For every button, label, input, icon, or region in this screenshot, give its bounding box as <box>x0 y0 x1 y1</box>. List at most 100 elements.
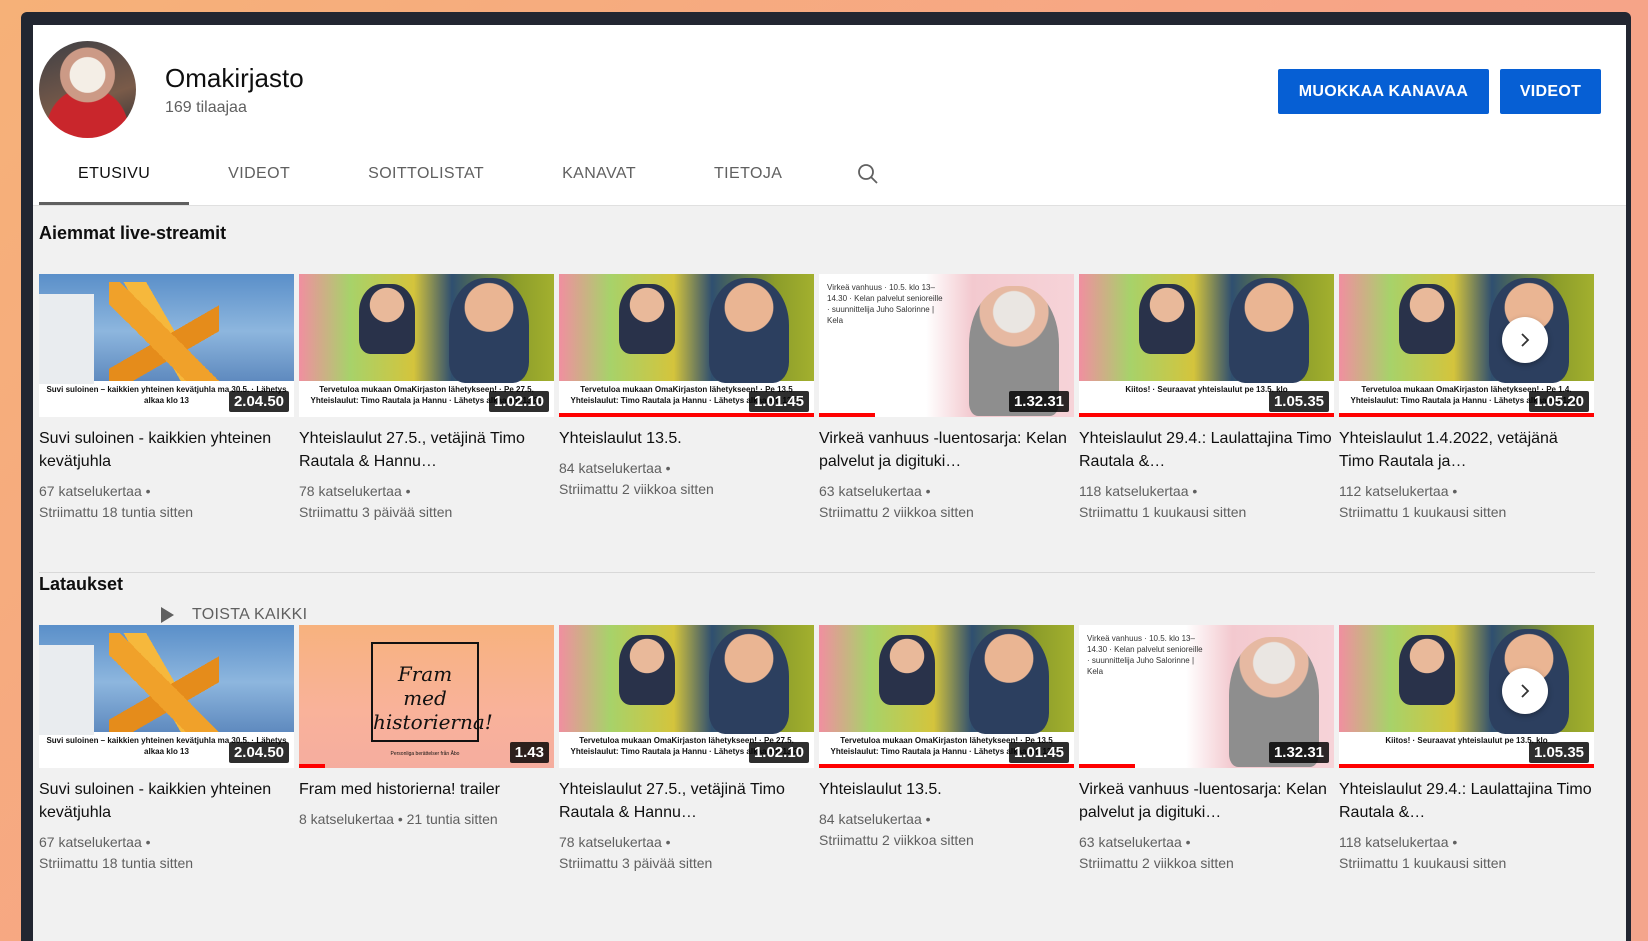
tab-about[interactable]: TIETOJA <box>675 143 821 205</box>
video-title[interactable]: Yhteislaulut 29.4.: Laulattajina Timo Ra… <box>1339 778 1594 824</box>
section-divider <box>39 572 1595 573</box>
video-card[interactable]: Suvi suloinen – kaikkien yhteinen kevätj… <box>39 625 294 874</box>
video-title[interactable]: Fram med historierna! trailer <box>299 778 554 801</box>
tab-videos[interactable]: VIDEOT <box>189 143 329 205</box>
stream-time: Striimattu 3 päivää sitten <box>559 855 713 871</box>
channel-tabs: ETUSIVU VIDEOT SOITTOLISTAT KANAVAT TIET… <box>39 143 897 205</box>
watch-progress-bar <box>1339 413 1594 417</box>
video-card[interactable]: Tervetuloa mukaan OmaKirjaston lähetykse… <box>1339 274 1594 523</box>
subscriber-count: 169 tilaajaa <box>165 99 247 116</box>
watch-progress-bar <box>559 413 814 417</box>
view-count: 67 katselukertaa • <box>39 483 151 499</box>
video-duration: 1.01.45 <box>748 391 809 412</box>
video-metadata: 63 katselukertaa • Striimattu 2 viikkoa s… <box>819 481 1074 523</box>
watch-progress-bar <box>1079 764 1136 768</box>
video-title[interactable]: Yhteislaulut 1.4.2022, vetäjänä Timo Rau… <box>1339 427 1594 473</box>
video-thumbnail[interactable]: Virkeä vanhuus · 10.5. klo 13–14.30 · Ke… <box>819 274 1074 417</box>
video-metadata: 63 katselukertaa • Striimattu 2 viikkoa s… <box>1079 832 1334 874</box>
search-icon[interactable] <box>839 143 897 205</box>
video-duration: 1.01.45 <box>1008 742 1069 763</box>
channel-header: Omakirjasto 169 tilaajaa MUOKKAA KANAVAA… <box>33 25 1626 206</box>
view-count: 78 katselukertaa • <box>299 483 411 499</box>
video-metadata: 78 katselukertaa • Striimattu 3 päivää si… <box>299 481 554 523</box>
stream-time: Striimattu 1 kuukausi sitten <box>1079 504 1247 520</box>
video-card[interactable]: Tervetuloa mukaan OmaKirjaston lähetykse… <box>559 274 814 500</box>
video-title[interactable]: Yhteislaulut 29.4.: Laulattajina Timo Ra… <box>1079 427 1334 473</box>
view-count: 63 katselukertaa • <box>819 483 931 499</box>
video-duration: 1.43 <box>509 742 549 763</box>
video-metadata: 84 katselukertaa • Striimattu 2 viikkoa s… <box>559 458 814 500</box>
video-card[interactable]: Tervetuloa mukaan OmaKirjaston lähetykse… <box>299 274 554 523</box>
stream-time: Striimattu 3 päivää sitten <box>299 504 453 520</box>
play-all-label: TOISTA KAIKKI <box>192 606 308 623</box>
stream-time: Striimattu 2 viikkoa sitten <box>819 504 974 520</box>
video-card[interactable]: Virkeä vanhuus · 10.5. klo 13–14.30 · Ke… <box>1079 625 1334 874</box>
video-metadata: 112 katselukertaa • Striimattu 1 kuukausi… <box>1339 481 1594 523</box>
play-icon <box>161 607 174 623</box>
stream-time: Striimattu 2 viikkoa sitten <box>1079 855 1234 871</box>
video-thumbnail[interactable]: Kiitos! · Seuraavat yhteislaulut pe 13.5… <box>1079 274 1334 417</box>
video-thumbnail[interactable]: Virkeä vanhuus · 10.5. klo 13–14.30 · Ke… <box>1079 625 1334 768</box>
thumbnail-text: Virkeä vanhuus · 10.5. klo 13–14.30 · Ke… <box>827 283 943 325</box>
video-thumbnail[interactable]: Tervetuloa mukaan OmaKirjaston lähetykse… <box>1339 274 1594 417</box>
watch-progress-bar <box>1079 413 1334 417</box>
view-count: 78 katselukertaa • <box>559 834 671 850</box>
video-metadata: 8 katselukertaa • 21 tuntia sitten <box>299 809 554 830</box>
tab-channels[interactable]: KANAVAT <box>523 143 675 205</box>
edit-channel-button[interactable]: MUOKKAA KANAVAA <box>1278 69 1489 114</box>
video-title[interactable]: Virkeä vanhuus -luentosarja: Kelan palve… <box>819 427 1074 473</box>
channel-avatar[interactable] <box>39 41 136 138</box>
video-title[interactable]: Yhteislaulut 27.5., vetäjinä Timo Rautal… <box>299 427 554 473</box>
video-card[interactable]: Kiitos! · Seuraavat yhteislaulut pe 13.5… <box>1339 625 1594 874</box>
video-duration: 1.05.20 <box>1528 391 1589 412</box>
stream-time: Striimattu 1 kuukausi sitten <box>1339 855 1507 871</box>
stream-time: Striimattu 2 viikkoa sitten <box>559 481 714 497</box>
video-title[interactable]: Suvi suloinen - kaikkien yhteinen kevätj… <box>39 778 294 824</box>
video-metadata: 78 katselukertaa • Striimattu 3 päivää si… <box>559 832 814 874</box>
video-thumbnail[interactable]: Suvi suloinen – kaikkien yhteinen kevätj… <box>39 625 294 768</box>
video-thumbnail[interactable]: Suvi suloinen – kaikkien yhteinen kevätj… <box>39 274 294 417</box>
video-thumbnail[interactable]: Tervetuloa mukaan OmaKirjaston lähetykse… <box>299 274 554 417</box>
tab-playlists[interactable]: SOITTOLISTAT <box>329 143 523 205</box>
stream-time: Striimattu 2 viikkoa sitten <box>819 832 974 848</box>
video-card[interactable]: Fram med historierna! Personliga berättels… <box>299 625 554 830</box>
view-count: 84 katselukertaa • <box>559 460 671 476</box>
video-duration: 1.32.31 <box>1268 742 1329 763</box>
view-count: 112 katselukertaa • <box>1339 483 1458 499</box>
video-card[interactable]: Tervetuloa mukaan OmaKirjaston lähetykse… <box>559 625 814 874</box>
video-title[interactable]: Virkeä vanhuus -luentosarja: Kelan palve… <box>1079 778 1334 824</box>
video-card[interactable]: Tervetuloa mukaan OmaKirjaston lähetykse… <box>819 625 1074 851</box>
video-metadata: 67 katselukertaa • Striimattu 18 tuntia s… <box>39 481 294 523</box>
video-thumbnail[interactable]: Kiitos! · Seuraavat yhteislaulut pe 13.5… <box>1339 625 1594 768</box>
video-thumbnail[interactable]: Tervetuloa mukaan OmaKirjaston lähetykse… <box>559 625 814 768</box>
youtube-channel-window: Omakirjasto 169 tilaajaa MUOKKAA KANAVAA… <box>33 25 1626 941</box>
video-title[interactable]: Yhteislaulut 13.5. <box>819 778 1074 801</box>
thumbnail-text: Virkeä vanhuus · 10.5. klo 13–14.30 · Ke… <box>1087 634 1203 676</box>
video-title[interactable]: Yhteislaulut 13.5. <box>559 427 814 450</box>
stream-time: Striimattu 18 tuntia sitten <box>39 855 194 871</box>
video-duration: 2.04.50 <box>228 391 289 412</box>
view-count: 84 katselukertaa • <box>819 811 931 827</box>
video-title[interactable]: Suvi suloinen - kaikkien yhteinen kevätj… <box>39 427 294 473</box>
section-title-live[interactable]: Aiemmat live-streamit <box>39 223 226 244</box>
watch-progress-bar <box>1339 764 1594 768</box>
tab-home[interactable]: ETUSIVU <box>39 143 190 205</box>
watch-progress-bar <box>819 764 1074 768</box>
video-thumbnail[interactable]: Tervetuloa mukaan OmaKirjaston lähetykse… <box>559 274 814 417</box>
video-thumbnail[interactable]: Fram med historierna! Personliga berättels… <box>299 625 554 768</box>
video-card[interactable]: Virkeä vanhuus · 10.5. klo 13–14.30 · Ke… <box>819 274 1074 523</box>
thumbnail-logo: Fram med historierna! Personliga berättels… <box>371 642 493 757</box>
video-card[interactable]: Suvi suloinen – kaikkien yhteinen kevätj… <box>39 274 294 523</box>
video-card[interactable]: Kiitos! · Seuraavat yhteislaulut pe 13.5… <box>1079 274 1334 523</box>
video-thumbnail[interactable]: Tervetuloa mukaan OmaKirjaston lähetykse… <box>819 625 1074 768</box>
section-title-uploads[interactable]: Lataukset <box>39 574 123 595</box>
video-metadata: 84 katselukertaa • Striimattu 2 viikkoa s… <box>819 809 1074 851</box>
chevron-right-icon[interactable] <box>1502 317 1548 363</box>
chevron-right-icon[interactable] <box>1502 668 1548 714</box>
videos-button[interactable]: VIDEOT <box>1500 69 1601 114</box>
play-all-button[interactable]: TOISTA KAIKKI <box>161 606 307 624</box>
video-metadata: 118 katselukertaa • Striimattu 1 kuukausi… <box>1339 832 1594 874</box>
video-duration: 1.02.10 <box>488 391 549 412</box>
video-title[interactable]: Yhteislaulut 27.5., vetäjinä Timo Rautal… <box>559 778 814 824</box>
view-count: 8 katselukertaa • 21 tuntia sitten <box>299 811 498 827</box>
